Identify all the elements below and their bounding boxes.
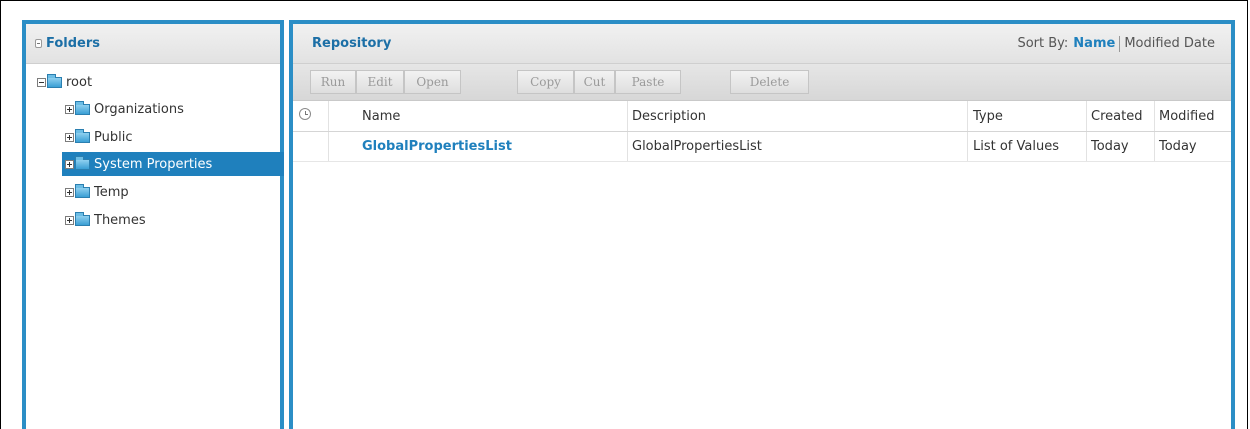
column-divider xyxy=(967,101,968,131)
tree-node-system-properties[interactable]: System Properties xyxy=(62,152,284,176)
tree-node-label: System Properties xyxy=(94,156,213,172)
column-header-created[interactable]: Created xyxy=(1091,101,1142,131)
repository-panel: Repository Sort By: Name Modified Date R… xyxy=(289,20,1235,429)
open-button[interactable]: Open xyxy=(404,70,461,94)
column-divider xyxy=(1154,132,1155,161)
expand-icon[interactable] xyxy=(65,132,74,142)
collapse-icon[interactable] xyxy=(37,77,46,87)
folders-header: Folders xyxy=(26,24,280,64)
column-header-description[interactable]: Description xyxy=(632,101,706,131)
column-divider xyxy=(328,101,329,131)
expand-icon[interactable] xyxy=(65,187,74,197)
column-divider xyxy=(627,132,628,161)
sort-by-modified-link[interactable]: Modified Date xyxy=(1124,36,1215,51)
resource-description: GlobalPropertiesList xyxy=(632,139,762,154)
resource-created: Today xyxy=(1091,139,1129,154)
resource-type: List of Values xyxy=(973,139,1059,154)
folder-icon xyxy=(75,211,90,226)
tree-node-label: Temp xyxy=(94,184,129,200)
tree-node-label: Organizations xyxy=(94,101,184,117)
column-header-name[interactable]: Name xyxy=(362,101,400,131)
column-divider xyxy=(1086,101,1087,131)
tree-node-themes[interactable]: Themes xyxy=(65,208,275,232)
folders-panel: Folders root Organizations Public System… xyxy=(22,20,284,429)
folder-icon xyxy=(75,183,90,198)
collapse-toggle-icon[interactable] xyxy=(35,39,42,48)
run-button[interactable]: Run xyxy=(310,70,356,94)
column-divider xyxy=(1086,132,1087,161)
paste-button[interactable]: Paste xyxy=(615,70,681,94)
folder-icon xyxy=(75,155,90,170)
sort-by-name-link[interactable]: Name xyxy=(1073,36,1115,51)
column-divider xyxy=(328,132,329,161)
sort-divider xyxy=(1119,35,1121,52)
tree-node-public[interactable]: Public xyxy=(65,125,275,149)
repository-toolbar: Run Edit Open Copy Cut Paste Delete xyxy=(293,64,1231,101)
table-row[interactable]: GlobalPropertiesList GlobalPropertiesLis… xyxy=(293,132,1231,162)
column-divider xyxy=(1154,101,1155,131)
tree-node-temp[interactable]: Temp xyxy=(65,180,275,204)
repository-title: Repository xyxy=(312,36,392,51)
folder-icon xyxy=(75,128,90,143)
folder-icon xyxy=(75,100,90,115)
resource-modified: Today xyxy=(1159,139,1197,154)
column-divider xyxy=(627,101,628,131)
tree-node-label: Public xyxy=(94,129,133,145)
tree-node-root[interactable]: root xyxy=(37,70,277,94)
column-header-modified[interactable]: Modified xyxy=(1159,101,1214,131)
expand-icon[interactable] xyxy=(65,104,74,114)
clock-icon[interactable] xyxy=(299,108,311,120)
column-header-type[interactable]: Type xyxy=(973,101,1003,131)
expand-icon[interactable] xyxy=(65,215,74,225)
delete-button[interactable]: Delete xyxy=(730,70,809,94)
resource-name-link[interactable]: GlobalPropertiesList xyxy=(362,132,512,161)
folder-icon xyxy=(47,73,62,88)
repository-header: Repository Sort By: Name Modified Date xyxy=(293,24,1231,64)
copy-button[interactable]: Copy xyxy=(517,70,574,94)
tree-node-label: Themes xyxy=(94,212,146,228)
sort-label: Sort By: xyxy=(1017,36,1069,51)
tree-node-label: root xyxy=(66,74,93,90)
folders-title: Folders xyxy=(46,36,101,51)
tree-node-organizations[interactable]: Organizations xyxy=(65,97,275,121)
column-divider xyxy=(967,132,968,161)
table-header: Name Description Type Created Modified xyxy=(293,101,1231,132)
cut-button[interactable]: Cut xyxy=(574,70,615,94)
sort-controls: Sort By: Name Modified Date xyxy=(1017,35,1215,52)
expand-icon[interactable] xyxy=(65,159,74,169)
edit-button[interactable]: Edit xyxy=(356,70,404,94)
